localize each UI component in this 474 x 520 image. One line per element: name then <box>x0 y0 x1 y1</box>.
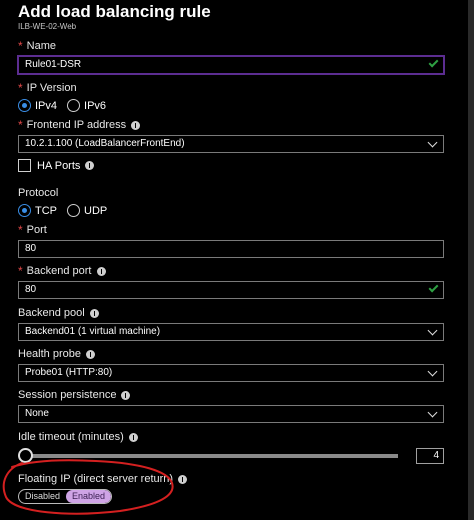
chevron-down-icon <box>427 407 438 418</box>
floating-ip-label: Floating IP (direct server return) <box>18 473 174 485</box>
required-marker: * <box>18 81 23 95</box>
protocol-field: Protocol TCP UDP <box>18 186 444 217</box>
ha-ports-label: HA Ports <box>37 159 81 172</box>
ha-ports-checkbox[interactable] <box>18 159 31 172</box>
backend-port-label: Backend port <box>26 265 92 277</box>
frontend-ip-label: Frontend IP address <box>26 119 127 131</box>
session-persistence-label: Session persistence <box>18 389 117 401</box>
health-probe-select[interactable]: Probe01 (HTTP:80) <box>18 364 444 382</box>
backend-pool-field: Backend pool Backend01 (1 virtual machin… <box>18 306 444 341</box>
floating-ip-field: Floating IP (direct server return) Disab… <box>18 472 444 504</box>
name-label: Name <box>26 40 57 52</box>
radio-unselected-icon <box>67 99 81 112</box>
port-input[interactable]: 80 <box>18 240 444 258</box>
health-probe-field: Health probe Probe01 (HTTP:80) <box>18 347 444 382</box>
idle-timeout-field: Idle timeout (minutes) 4 <box>18 430 444 464</box>
info-icon[interactable] <box>131 120 141 130</box>
chevron-down-icon <box>427 325 438 336</box>
idle-timeout-value[interactable]: 4 <box>416 448 444 464</box>
blade-header: Add load balancing rule ILB-WE-02-Web <box>18 2 211 32</box>
info-icon[interactable] <box>89 308 99 318</box>
info-icon[interactable] <box>178 474 188 484</box>
frontend-ip-field: * Frontend IP address 10.2.1.100 (LoadBal… <box>18 118 444 153</box>
info-icon[interactable] <box>85 161 95 170</box>
frontend-ip-select[interactable]: 10.2.1.100 (LoadBalancerFrontEnd) <box>18 135 444 153</box>
idle-timeout-label: Idle timeout (minutes) <box>18 431 124 443</box>
chevron-down-icon <box>427 137 438 148</box>
ha-ports-field: HA Ports <box>18 159 444 172</box>
radio-udp[interactable]: UDP <box>67 204 107 217</box>
backend-port-field: * Backend port 80 <box>18 264 444 299</box>
radio-tcp[interactable]: TCP <box>18 204 57 217</box>
backend-pool-label: Backend pool <box>18 307 85 319</box>
info-icon[interactable] <box>121 390 131 400</box>
scrollbar[interactable] <box>468 0 474 520</box>
ip-version-field: * IP Version IPv4 IPv6 <box>18 81 444 112</box>
required-marker: * <box>18 264 23 278</box>
radio-selected-icon <box>18 99 31 112</box>
info-icon[interactable] <box>96 266 106 276</box>
floating-ip-toggle[interactable]: Disabled Enabled <box>18 489 113 504</box>
name-field: * Name Rule01-DSR <box>18 39 444 74</box>
info-icon[interactable] <box>128 432 138 442</box>
health-probe-label: Health probe <box>18 348 81 360</box>
idle-timeout-slider[interactable] <box>18 448 399 463</box>
backend-port-input[interactable]: 80 <box>18 281 444 299</box>
radio-ipv4[interactable]: IPv4 <box>18 99 57 112</box>
toggle-enabled-option[interactable]: Enabled <box>66 490 112 503</box>
toggle-disabled-option[interactable]: Disabled <box>19 490 66 503</box>
page-subtitle: ILB-WE-02-Web <box>18 22 77 31</box>
port-field: * Port 80 <box>18 223 444 258</box>
page-title: Add load balancing rule <box>18 2 211 21</box>
info-icon[interactable] <box>86 349 95 359</box>
session-persistence-field: Session persistence None <box>18 388 444 423</box>
valid-check-icon <box>428 57 439 68</box>
backend-pool-select[interactable]: Backend01 (1 virtual machine) <box>18 323 444 341</box>
session-persistence-select[interactable]: None <box>18 405 444 423</box>
radio-selected-icon <box>18 204 31 217</box>
name-input[interactable]: Rule01-DSR <box>18 56 444 74</box>
slider-thumb[interactable] <box>18 448 33 463</box>
required-marker: * <box>18 118 23 132</box>
radio-unselected-icon <box>67 204 80 217</box>
name-value: Rule01-DSR <box>25 59 82 70</box>
valid-check-icon <box>428 282 439 293</box>
ip-version-label: IP Version <box>26 82 77 94</box>
chevron-down-icon <box>427 366 438 377</box>
protocol-label: Protocol <box>18 187 59 199</box>
radio-ipv6[interactable]: IPv6 <box>67 99 106 112</box>
required-marker: * <box>18 39 23 53</box>
required-marker: * <box>18 223 23 237</box>
port-label: Port <box>26 224 47 236</box>
